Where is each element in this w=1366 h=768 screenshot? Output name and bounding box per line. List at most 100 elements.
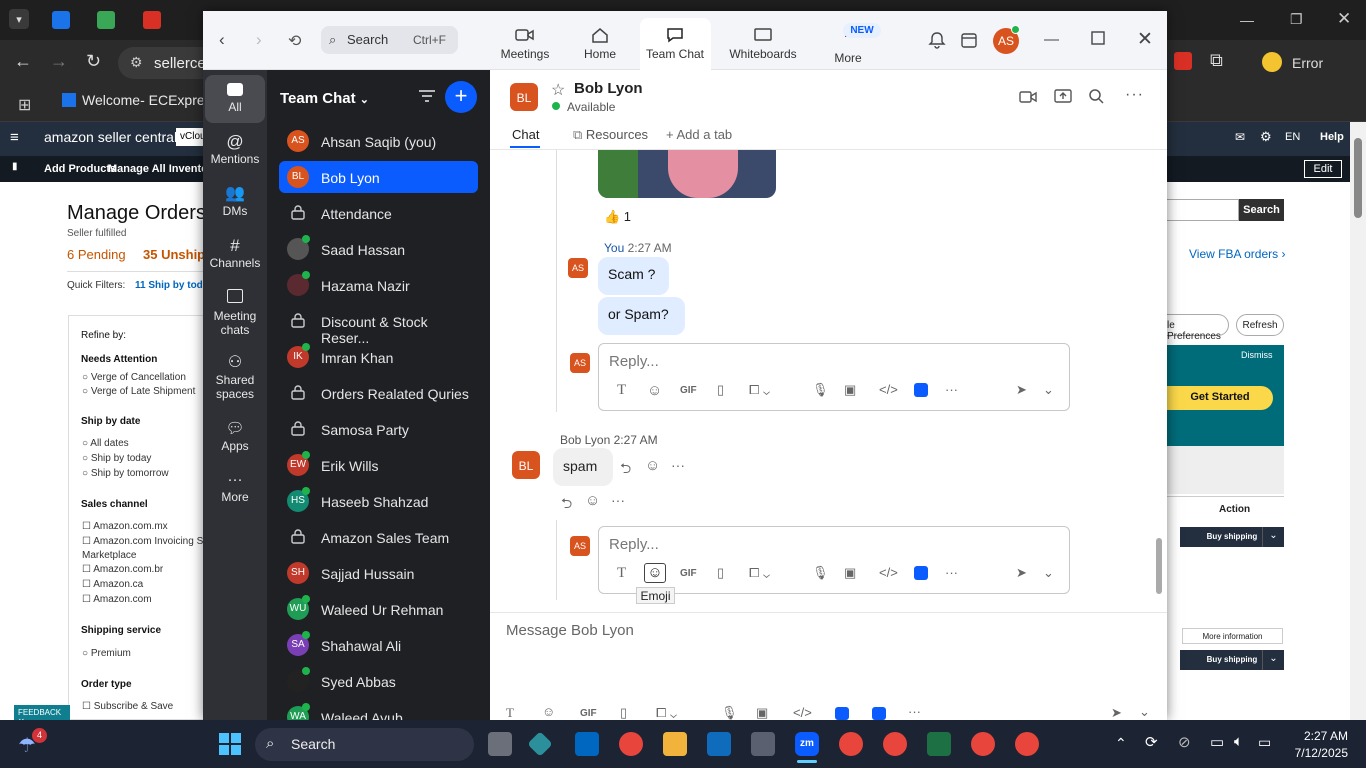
hamburger-menu-icon[interactable]: ≡: [10, 129, 19, 146]
address-bar[interactable]: ⚙ sellerce: [118, 47, 208, 79]
video-message-icon[interactable]: ▣: [844, 565, 856, 581]
tab-favicon-dhl[interactable]: [143, 11, 161, 29]
tab-favicon-ec[interactable]: [52, 11, 70, 29]
extensions-puzzle-icon[interactable]: ⧉: [1210, 50, 1223, 71]
tab-favicon-green[interactable]: [97, 11, 115, 29]
microphone-icon[interactable]: 🎙︎: [812, 565, 829, 581]
chat-scrollbar-thumb[interactable]: [1156, 538, 1162, 594]
rail-meeting-chats[interactable]: Meeting chats: [205, 289, 265, 337]
chat-item-waleed-ur-rehman[interactable]: WU Waleed Ur Rehman: [279, 593, 478, 625]
emoji-icon[interactable]: ☺: [647, 382, 662, 399]
rail-apps[interactable]: 💬︎ Apps: [205, 419, 265, 453]
chevron-down-icon[interactable]: ⌄: [1043, 565, 1054, 581]
chat-item-waleed-ayub[interactable]: WA Waleed Ayub: [279, 701, 478, 720]
filter-channel-br[interactable]: ☐ Amazon.com.br: [82, 564, 163, 575]
system-clock[interactable]: 2:27 AM 7/12/2025: [1290, 729, 1348, 760]
emoji-icon[interactable]: ☺: [644, 563, 666, 583]
site-info-icon[interactable]: ⚙: [130, 54, 143, 71]
mail-icon[interactable]: ✉: [1235, 130, 1245, 144]
tab-team-chat[interactable]: Team Chat: [639, 11, 711, 70]
dismiss-link[interactable]: Dismiss: [1241, 350, 1273, 360]
help-link[interactable]: Help: [1320, 131, 1344, 143]
message-bubble[interactable]: Scam ?: [598, 257, 669, 295]
filter-icon[interactable]: [418, 88, 436, 104]
tab-meetings[interactable]: Meetings: [489, 11, 561, 70]
filter-verge-cancel[interactable]: ○ Verge of Cancellation: [82, 372, 186, 383]
chrome-profile-icon[interactable]: [883, 732, 907, 756]
chat-list-title-dropdown[interactable]: Team Chat ⌄: [280, 90, 369, 107]
excel-icon[interactable]: [927, 732, 951, 756]
nav-add-products[interactable]: Add Products: [44, 163, 116, 175]
screenshot-icon[interactable]: ⧠ ⌄: [749, 382, 770, 398]
rail-shared-spaces[interactable]: ⚇ Shared spaces: [205, 353, 265, 401]
order-search-button[interactable]: Search: [1239, 199, 1284, 221]
chrome-profile-icon[interactable]: [839, 732, 863, 756]
windows-start-icon[interactable]: [218, 732, 242, 756]
page-scrollbar-thumb[interactable]: [1354, 138, 1362, 218]
filter-subscribe-save[interactable]: ☐ Subscribe & Save: [82, 701, 173, 712]
chat-item-syed-abbas[interactable]: Syed Abbas: [279, 665, 478, 697]
minimize-icon[interactable]: —: [1044, 31, 1059, 48]
text-format-icon[interactable]: T: [617, 382, 626, 399]
network-off-icon[interactable]: ⊘: [1178, 733, 1191, 751]
reply-input-2[interactable]: Reply... T ☺ GIF ▯ ⧠ ⌄ 🎙︎ ▣ </> ··· ➤ ⌄: [598, 526, 1070, 594]
language-selector[interactable]: EN: [1285, 131, 1300, 143]
chat-item-samosa-party[interactable]: Samosa Party: [279, 413, 478, 445]
share-screen-icon[interactable]: [1054, 89, 1072, 104]
tab-more[interactable]: ·· More: [812, 11, 884, 70]
feedback-tab[interactable]: FEEDBACK ✕: [14, 705, 70, 726]
chat-item-amazon-sales-team[interactable]: Amazon Sales Team: [279, 521, 478, 553]
filter-all-dates[interactable]: ○ All dates: [82, 438, 129, 449]
minimize-icon[interactable]: —: [1240, 12, 1254, 28]
get-started-button[interactable]: Get Started: [1167, 386, 1273, 410]
message-bubble[interactable]: or Spam?: [598, 297, 685, 335]
message-bubble[interactable]: spam: [553, 448, 613, 486]
reply-thread-icon[interactable]: ⮌: [561, 493, 572, 517]
chevron-down-icon[interactable]: ⌄: [1262, 527, 1284, 547]
app-shortcut-icon[interactable]: [914, 566, 928, 580]
profile-error-button[interactable]: Error: [1292, 48, 1342, 78]
video-message-icon[interactable]: ▣: [844, 382, 856, 398]
gif-icon[interactable]: GIF: [580, 708, 597, 719]
chat-item-haseeb-shahzad[interactable]: HS Haseeb Shahzad: [279, 485, 478, 517]
more-information-link[interactable]: More information: [1182, 628, 1283, 644]
more-dots-icon[interactable]: ···: [945, 565, 958, 580]
chrome-icon[interactable]: [619, 732, 643, 756]
filter-verge-late[interactable]: ○ Verge of Late Shipment: [82, 386, 195, 397]
code-snippet-icon[interactable]: </>: [793, 705, 812, 720]
extension-icon-red[interactable]: [1174, 52, 1192, 70]
screenshot-icon[interactable]: ⧠ ⌄: [656, 705, 677, 720]
volume-icon[interactable]: 🔈︎: [1234, 733, 1243, 750]
account-switcher[interactable]: vClou: [176, 128, 206, 146]
tab-home[interactable]: Home: [564, 11, 636, 70]
rail-more[interactable]: ··· More: [205, 470, 265, 504]
rail-channels[interactable]: # Channels: [205, 236, 265, 270]
send-icon[interactable]: ➤: [1016, 382, 1027, 398]
nav-manage-inventory[interactable]: Manage All Inventory: [108, 163, 218, 175]
add-reaction-icon[interactable]: ☺: [645, 457, 660, 474]
screenshot-icon[interactable]: ⧠ ⌄: [749, 565, 770, 581]
chat-item-erik-wills[interactable]: EW Erik Wills: [279, 449, 478, 481]
gif-icon[interactable]: GIF: [680, 385, 697, 396]
settings-gear-icon[interactable]: ⚙: [1260, 129, 1272, 145]
back-arrow-icon[interactable]: ←: [14, 51, 32, 72]
history-clock-icon[interactable]: ⟲: [288, 31, 301, 51]
file-icon[interactable]: ▯: [620, 705, 627, 720]
restore-icon[interactable]: ❐: [1290, 11, 1303, 28]
maximize-icon[interactable]: [1091, 31, 1105, 45]
chat-item-ahsan-saqib[interactable]: AS Ahsan Saqib (you): [279, 125, 478, 157]
more-dots-icon[interactable]: ···: [908, 704, 921, 719]
bookmark-flag-icon[interactable]: ▮: [12, 161, 18, 172]
chevron-down-icon[interactable]: ⌄: [1043, 382, 1054, 398]
filter-premium[interactable]: ○ Premium: [82, 648, 131, 659]
tab-resources[interactable]: ⧉ Resources: [573, 127, 648, 143]
filter-channel-ca[interactable]: ☐ Amazon.ca: [82, 579, 143, 590]
code-snippet-icon[interactable]: </>: [879, 382, 898, 397]
tab-search-button[interactable]: ▾: [9, 9, 29, 29]
gif-image[interactable]: [598, 150, 776, 198]
tab-chat[interactable]: Chat: [512, 127, 539, 142]
forward-arrow-icon[interactable]: ›: [256, 30, 262, 50]
app-shortcut-icon[interactable]: [914, 383, 928, 397]
file-icon[interactable]: ▯: [717, 382, 724, 398]
chat-item-orders-queries[interactable]: Orders Realated Quries: [279, 377, 478, 409]
